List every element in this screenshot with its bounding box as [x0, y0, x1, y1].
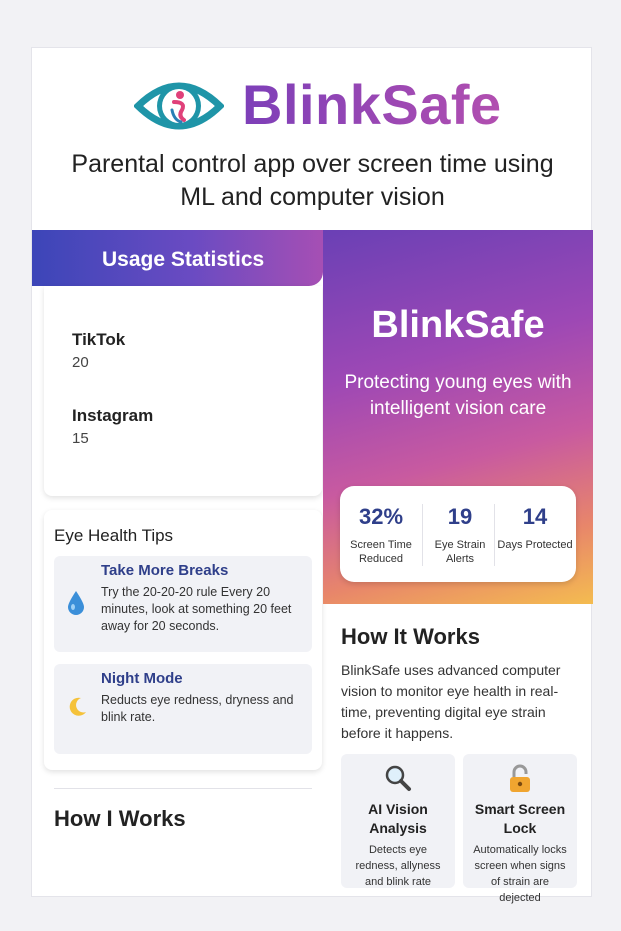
feature-text: Automatically locks screen when signs of… [473, 844, 567, 904]
tip-title: Night Mode [101, 670, 183, 687]
droplet-icon [66, 590, 86, 622]
tagline-line-2: ML and computer vision [180, 183, 445, 211]
app-name-tiktok: TikTok [72, 330, 126, 349]
stat-label: Eye Strain Alerts [434, 539, 486, 565]
promo-banner: BlinkSafe Protecting young eyes with int… [323, 230, 593, 604]
divider [54, 788, 312, 789]
stat-divider [494, 504, 495, 566]
promo-subtitle: Protecting young eyes with intelligent v… [344, 372, 572, 419]
stat-days-protected: 14 Days Protected [496, 486, 574, 582]
stat-label: Screen Time Reduced [350, 539, 412, 565]
tip-take-more-breaks[interactable]: Take More Breaks Try the 20-20-20 rule E… [54, 556, 312, 652]
tip-text: Reducts eye redness, dryness and blink r… [101, 693, 294, 724]
app-name-instagram: Instagram [72, 406, 154, 425]
tip-night-mode[interactable]: Night Mode Reducts eye redness, dryness … [54, 664, 312, 754]
stat-label: Days Protected [497, 539, 573, 551]
lock-icon [463, 764, 577, 801]
how-it-works-title: How It Works [341, 624, 480, 649]
tip-text: Try the 20-20-20 rule Every 20 minutes, … [101, 585, 292, 633]
tagline: Parental control app over screen time us… [32, 148, 593, 214]
usage-statistics-card: TikTok 20 Instagram 15 [44, 286, 322, 496]
feature-title: Smart Screen Lock [474, 801, 566, 836]
stat-value: 14 [522, 504, 548, 529]
stat-value: 19 [447, 504, 473, 529]
brand-title: BlinkSafe [242, 73, 502, 136]
tagline-line-1: Parental control app over screen time us… [71, 150, 554, 178]
stats-panel: 32% Screen Time Reduced 19 Eye Strain Al… [340, 486, 576, 582]
header: BlinkSafe Parental control app over scre… [32, 48, 593, 230]
moon-icon [66, 696, 88, 724]
app-value-tiktok: 20 [72, 354, 89, 371]
stat-screen-time: 32% Screen Time Reduced [342, 486, 420, 582]
stat-eye-strain-alerts: 19 Eye Strain Alerts [421, 486, 499, 582]
feature-text: Detects eye redness, allyness and blink … [355, 844, 441, 888]
eye-logo-icon [134, 82, 224, 130]
eye-health-tips-card: Eye Health Tips Take More Breaks Try the… [44, 510, 322, 770]
stat-value: 32% [358, 504, 404, 529]
tip-title: Take More Breaks [101, 562, 229, 579]
magnifier-icon [341, 764, 455, 799]
eye-health-tips-title: Eye Health Tips [54, 526, 174, 545]
how-it-works-description: BlinkSafe uses advanced computer vision … [341, 662, 561, 741]
feature-smart-screen-lock[interactable]: Smart Screen Lock Automatically locks sc… [463, 754, 577, 904]
app-value-instagram: 15 [72, 430, 89, 447]
app-card: BlinkSafe Parental control app over scre… [31, 47, 593, 904]
usage-statistics-banner: Usage Statistics [32, 230, 323, 286]
promo-brand-title: BlinkSafe [371, 304, 545, 346]
feature-ai-vision-analysis[interactable]: AI Vision Analysis Detects eye redness, … [341, 754, 455, 888]
how-it-works-heading-left: How I Works [54, 806, 186, 831]
usage-statistics-title: Usage Statistics [102, 248, 265, 271]
feature-title: AI Vision Analysis [368, 801, 428, 836]
